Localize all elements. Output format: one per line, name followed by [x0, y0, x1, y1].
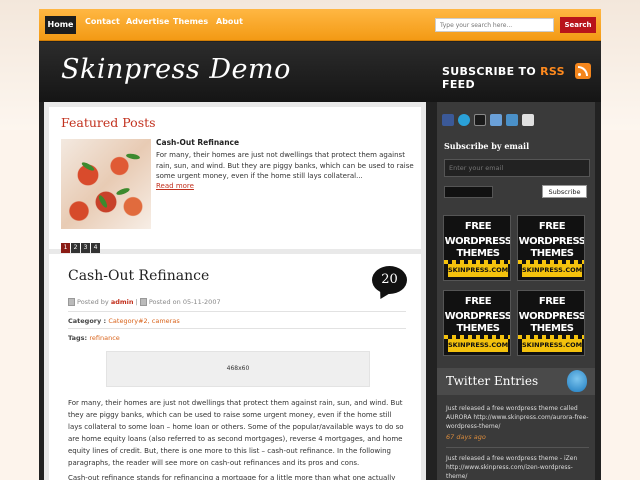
- nav-advertise[interactable]: Advertise: [126, 17, 169, 26]
- featured-image[interactable]: [61, 139, 151, 229]
- divider: [446, 447, 589, 448]
- pager-3[interactable]: 3: [81, 243, 90, 253]
- stumbleupon-icon[interactable]: [506, 114, 518, 126]
- divider: [68, 328, 406, 329]
- post-paragraph-1: For many, their homes are just not dwell…: [68, 399, 404, 467]
- posted-on-label: Posted on: [148, 298, 181, 306]
- tweet-text[interactable]: Just released a free wordpress theme - i…: [446, 454, 591, 480]
- subscribe-button[interactable]: Subscribe: [542, 185, 587, 198]
- subscribe-rss-word: RSS: [540, 65, 565, 78]
- ad-line: THEMES: [530, 248, 574, 259]
- facebook-icon[interactable]: [442, 114, 454, 126]
- ad-line: SKINPRESS.COM: [522, 264, 582, 277]
- tweet-time: 67 days ago: [446, 433, 486, 441]
- nav-about[interactable]: About: [216, 17, 243, 26]
- ad-line: THEMES: [456, 248, 500, 259]
- social-icons: [442, 111, 538, 130]
- featured-post-title[interactable]: Cash-Out Refinance: [156, 138, 239, 147]
- search-input[interactable]: [435, 18, 554, 32]
- tags-label: Tags:: [68, 334, 88, 342]
- sidebar: Subscribe by email Subscribe FREE WORDPR…: [437, 102, 595, 480]
- digg-icon[interactable]: [490, 114, 502, 126]
- ad-line: WORDPRESS: [444, 236, 511, 247]
- email-icon[interactable]: [522, 114, 534, 126]
- ad-line: FREE: [538, 296, 566, 307]
- technorati-icon[interactable]: [458, 114, 470, 126]
- ad-line: WORDPRESS: [444, 311, 511, 322]
- twitter-bird-icon: [567, 370, 587, 392]
- pager-4[interactable]: 4: [91, 243, 100, 253]
- ad-line: THEMES: [530, 323, 574, 334]
- ad-line: FREE: [538, 221, 566, 232]
- ad-line: FREE: [464, 221, 492, 232]
- comment-count-bubble[interactable]: 20: [372, 266, 407, 294]
- subscribe-email-heading: Subscribe by email: [444, 141, 530, 151]
- sidebar-ad-2[interactable]: FREE WORDPRESS THEMES SKINPRESS.COM: [517, 215, 585, 281]
- post-date: 05-11-2007: [182, 298, 221, 306]
- pager-1[interactable]: 1: [61, 243, 70, 253]
- featured-heading: Featured Posts: [61, 115, 156, 130]
- divider: [68, 311, 406, 312]
- sidebar-ad-1[interactable]: FREE WORDPRESS THEMES SKINPRESS.COM: [443, 215, 511, 281]
- ad-line: SKINPRESS.COM: [448, 339, 508, 352]
- read-more-link[interactable]: Read more: [156, 182, 194, 190]
- ad-line: SKINPRESS.COM: [448, 264, 508, 277]
- sidebar-ad-4[interactable]: FREE WORDPRESS THEMES SKINPRESS.COM: [517, 290, 585, 356]
- featured-pager: 1234: [61, 234, 101, 253]
- tag-links[interactable]: refinance: [89, 334, 119, 342]
- user-icon: [68, 298, 75, 306]
- category-links[interactable]: Category#2, cameras: [108, 317, 179, 325]
- post-title[interactable]: Cash-Out Refinance: [68, 268, 209, 284]
- nav-themes[interactable]: Themes: [173, 17, 208, 26]
- ad-line: SKINPRESS.COM: [522, 339, 582, 352]
- post-tags: Tags: refinance: [68, 334, 120, 342]
- blog-post: Cash-Out Refinance 20 Posted by admin | …: [49, 254, 421, 480]
- search-button[interactable]: Search: [560, 17, 596, 33]
- site-title[interactable]: Skinpress Demo: [61, 54, 291, 85]
- ad-line: WORDPRESS: [518, 311, 585, 322]
- author-link[interactable]: admin: [111, 298, 134, 306]
- nav-contact[interactable]: Contact: [85, 17, 120, 26]
- pager-2[interactable]: 2: [71, 243, 80, 253]
- nav-home[interactable]: Home: [45, 16, 76, 34]
- category-label: Category :: [68, 317, 107, 325]
- twitter-heading: Twitter Entries: [446, 374, 539, 388]
- email-extra-field[interactable]: [444, 186, 493, 198]
- ad-line: FREE: [464, 296, 492, 307]
- calendar-icon: [139, 298, 147, 306]
- ad-line: THEMES: [456, 323, 500, 334]
- sidebar-ad-3[interactable]: FREE WORDPRESS THEMES SKINPRESS.COM: [443, 290, 511, 356]
- ad-banner-468x60[interactable]: 468x60: [106, 351, 370, 387]
- site-header: Skinpress Demo SUBSCRIBE TO RSS FEED: [39, 42, 601, 102]
- ad-line: WORDPRESS: [518, 236, 585, 247]
- main-column: Featured Posts Cash-Out Refinance For ma…: [44, 102, 426, 480]
- top-navigation: Home Contact Advertise Themes About Sear…: [39, 9, 601, 41]
- delicious-icon[interactable]: [474, 114, 486, 126]
- email-field[interactable]: [444, 159, 590, 177]
- featured-posts: Featured Posts Cash-Out Refinance For ma…: [49, 107, 421, 253]
- page-wrapper: Home Contact Advertise Themes About Sear…: [39, 9, 601, 480]
- post-paragraph-2: Cash-out refinance stands for refinancin…: [68, 474, 396, 480]
- post-meta: Posted by admin | Posted on 05-11-2007: [68, 298, 221, 306]
- rss-icon[interactable]: [575, 63, 591, 79]
- subscribe-prefix: SUBSCRIBE TO: [442, 65, 536, 78]
- posted-by-label: Posted by: [77, 298, 109, 306]
- featured-excerpt: For many, their homes are just not dwell…: [156, 151, 414, 180]
- subscribe-suffix: FEED: [442, 78, 475, 91]
- twitter-section-header: Twitter Entries: [437, 368, 595, 395]
- tweet-text[interactable]: Just released a free wordpress theme cal…: [446, 404, 591, 431]
- post-categories: Category : Category#2, cameras: [68, 317, 180, 325]
